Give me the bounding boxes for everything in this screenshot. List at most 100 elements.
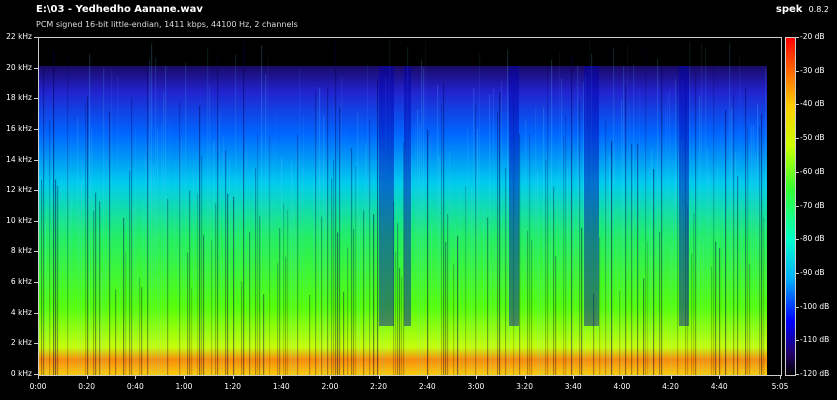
x-tick-label: 3:20 [516,382,533,391]
spectrogram-streak [235,54,237,375]
spectrogram-streak [309,294,311,375]
spectrogram-streak [721,122,723,375]
spectrogram-streak [615,286,617,375]
spectrogram-streak [125,252,127,375]
y-tick-label: 14 kHz [6,154,32,164]
spectrogram-streak [361,111,363,375]
spectrogram-streak [251,238,253,375]
spectrogram-streak [733,94,735,375]
spectrogram-streak [179,102,181,375]
spectrogram-streak [63,209,65,375]
spectrogram-streak [727,267,729,375]
spectrogram-svg [39,38,781,375]
spectrogram-streak [481,288,483,375]
spectrogram-streak [103,68,105,375]
spectrogram-streak [227,193,229,375]
spectrogram-streak [695,72,697,375]
spectrogram-streak [569,183,571,375]
x-tick [427,375,429,379]
spectrogram-streak [571,55,573,375]
spectrogram-streak [279,228,281,375]
spectrogram-streak [301,185,303,375]
spectrogram-streak [287,209,289,375]
spectrogram-streak [213,142,215,375]
db-tick [795,104,799,106]
spectrogram-streak [641,254,643,375]
spectrogram-streak [341,76,343,375]
spectrogram-streak [637,143,639,375]
db-colorbar [785,37,796,376]
spectrogram-streak [759,126,761,375]
spectrogram-streak [49,120,51,375]
y-tick-label: 10 kHz [6,215,32,225]
spectrogram-streak [519,133,521,375]
y-tick [34,282,38,284]
spectrogram-streak [153,165,155,375]
spectrogram-streak [115,289,117,375]
spectrogram-streak [555,256,557,375]
x-tick [621,375,623,379]
spectrogram-streak [65,203,67,375]
spectrogram-streak [333,159,335,375]
spectrogram-streak [741,203,743,375]
spectrogram-streak [655,174,657,375]
y-tick [34,251,38,253]
spectrogram-streak [601,291,603,375]
spectrogram-streak [207,48,209,375]
spectrogram-streak [419,123,421,375]
x-tick [670,375,672,379]
x-tick-label: 1:20 [224,382,242,391]
x-tick-label: 0:20 [78,382,96,391]
spectrogram-streak [305,268,307,375]
spectrogram-streak [93,210,95,375]
y-tick [34,159,38,161]
quiet-band [584,66,599,326]
spectrogram-streak [395,251,397,375]
spectrogram-streak [435,260,437,375]
spectrogram-streak [557,160,559,375]
spectrogram-streak [239,205,241,375]
x-tick [719,375,721,379]
spectrogram-streak [67,54,69,375]
spectrogram-streak [291,160,293,375]
spectrogram-streak [671,243,673,375]
spectrogram-streak [267,57,269,375]
spectrogram-streak [133,207,135,375]
spectrogram-streak [293,202,295,375]
spectrogram-streak [117,75,119,375]
spectrogram-streak [367,62,369,375]
spectrogram-streak [297,135,299,375]
db-tick-label: -120 dB [800,369,830,378]
spectrogram-streak [219,110,221,375]
spectrogram-streak [477,129,479,375]
spectrogram-streak [423,67,425,375]
spectrogram-streak [757,103,759,375]
spectrogram-streak [245,154,247,375]
spectrogram-streak [415,124,417,375]
spectrogram-streak [763,216,765,375]
spectrogram-streak [649,224,651,375]
db-tick-label: -20 dB [800,32,825,41]
spectrogram-streak [241,281,243,375]
spectrogram-streak [529,133,531,375]
y-tick-label: 18 kHz [6,93,32,103]
spectrogram-streak [495,247,497,375]
spectrogram-streak [723,198,725,375]
spectrogram-streak [493,87,495,375]
spectrogram-streak [255,168,257,375]
spectrogram-streak [351,147,353,375]
spectrogram-streak [573,195,575,375]
y-tick-label: 4 kHz [10,307,32,317]
spectrogram-streak [149,59,151,375]
spectrogram-streak [43,66,45,375]
spectrogram-streak [325,195,327,375]
spectrogram-streak [51,168,53,375]
y-tick [34,67,38,69]
x-tick-label: 3:40 [564,382,582,391]
spectrogram-streak [111,68,113,375]
spectrogram-streak [145,157,147,375]
spectrogram-streak [61,179,63,375]
x-tick-label: 0:00 [29,382,47,391]
spectrogram-streak [547,67,549,375]
x-tick-label: 4:00 [613,382,631,391]
